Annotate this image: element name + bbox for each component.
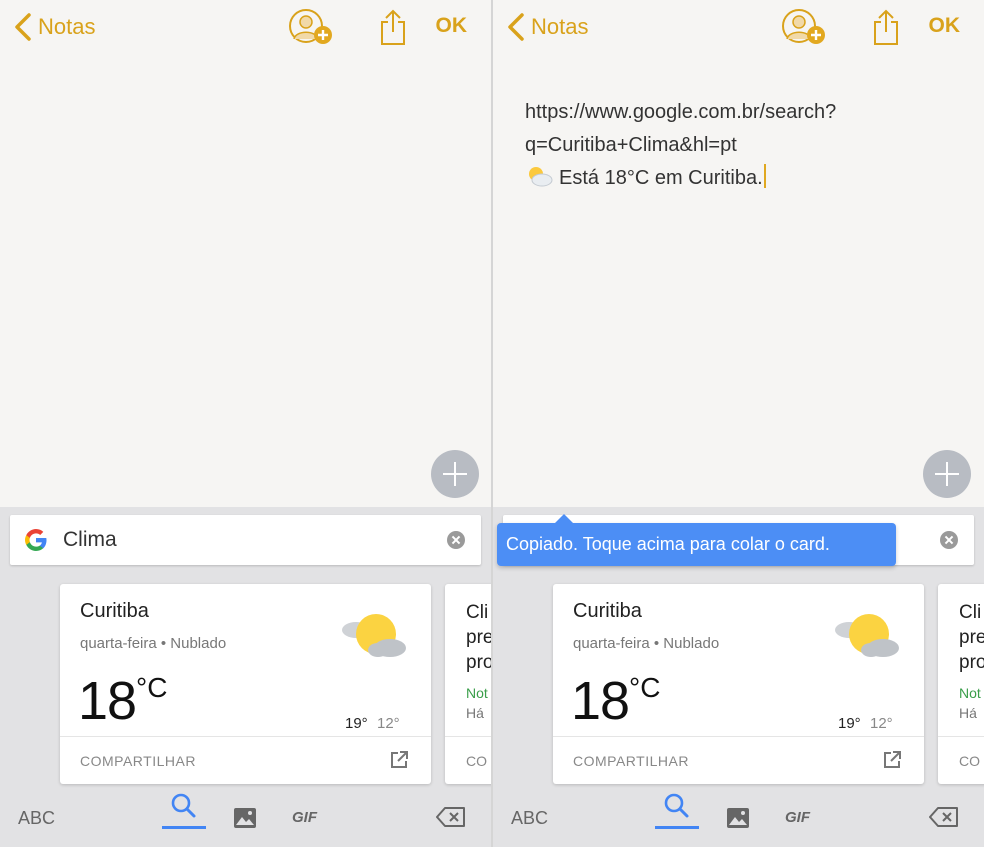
weather-low: 12° [870,715,893,732]
gif-tab[interactable]: GIF [292,809,317,826]
card2-share[interactable]: CO [466,753,487,769]
card2-line: pro [959,652,984,673]
gboard-search-bar[interactable]: Clima [10,515,481,565]
active-tab-indicator [655,826,699,829]
card2-source: Not [466,685,488,701]
card-divider [553,736,924,737]
notes-panel-left: Notas OK Clima Curitiba quarta-feira • N… [0,0,491,847]
note-body[interactable]: https://www.google.com.br/search? q=Curi… [525,96,944,195]
card2-line: pre [466,627,491,648]
chevron-left-icon [15,13,31,41]
ok-button[interactable]: OK [436,14,468,38]
abc-key[interactable]: ABC [18,808,55,829]
nav-bar: Notas OK [0,0,491,56]
back-button[interactable]: Notas [505,12,588,42]
notes-panel-right: Notas OK https://www.google.com.br/searc… [493,0,984,847]
weather-temperature: 18 [78,671,137,731]
google-logo-icon [25,529,47,551]
add-person-icon[interactable] [288,8,334,46]
share-icon[interactable] [871,8,901,48]
weather-low: 12° [377,715,400,732]
keyboard-bottom-bar: ABC GIF [493,789,984,847]
nav-bar: Notas OK [493,0,984,56]
sun-behind-cloud-icon [529,167,553,187]
add-person-icon[interactable] [781,8,827,46]
search-icon [171,793,196,818]
weather-subtitle: quarta-feira • Nublado [80,635,227,652]
gif-tab[interactable]: GIF [785,809,810,826]
partly-cloudy-icon [342,614,406,657]
active-tab-indicator [162,826,206,829]
second-result-card[interactable]: Cli pre pro Not Há CO [938,584,984,784]
backspace-icon[interactable] [929,807,959,827]
back-button[interactable]: Notas [12,12,95,42]
weather-card[interactable]: Curitiba quarta-feira • Nublado 18 °C 19… [553,584,924,784]
gboard-keyboard: Clima Curitiba quarta-feira • Nublado 18… [0,507,491,847]
abc-key[interactable]: ABC [511,808,548,829]
weather-unit: °C [629,672,661,703]
clear-search-button[interactable] [447,531,465,549]
weather-city: Curitiba [80,600,149,622]
card-divider [938,736,984,737]
card2-ago: Há [959,705,977,721]
search-input[interactable]: Clima [63,528,117,552]
tooltip-text: Copiado. Toque acima para colar o card. [506,534,830,554]
card2-line: pre [959,627,984,648]
card2-line: pro [466,652,491,673]
card2-ago: Há [466,705,484,721]
weather-high: 19° [838,715,861,732]
weather-high: 19° [345,715,368,732]
clear-search-button[interactable] [940,531,958,549]
open-external-icon[interactable] [882,750,902,770]
card-divider [60,736,431,737]
partly-cloudy-icon [835,614,899,657]
card2-line: Cli [466,602,489,623]
copied-tooltip: Copiado. Toque acima para colar o card. [497,514,896,566]
add-attachment-button[interactable] [923,450,971,498]
note-line-weather: Está 18°C em Curitiba. [525,162,944,195]
second-result-card[interactable]: Cli pre pro Not Há CO [445,584,491,784]
card-divider [445,736,491,737]
search-icon [664,793,689,818]
note-weather-text: Está 18°C em Curitiba. [559,167,763,189]
image-icon[interactable] [233,807,257,829]
weather-card[interactable]: Curitiba quarta-feira • Nublado 18 °C 19… [60,584,431,784]
weather-temperature: 18 [571,671,630,731]
keyboard-bottom-bar: ABC GIF [0,789,491,847]
weather-city: Curitiba [573,600,642,622]
text-cursor [763,164,766,188]
backspace-icon[interactable] [436,807,466,827]
open-external-icon[interactable] [389,750,409,770]
back-label: Notas [38,14,96,39]
card2-share[interactable]: CO [959,753,980,769]
card2-source: Not [959,685,981,701]
card2-line: Cli [959,602,982,623]
ok-button[interactable]: OK [929,14,961,38]
weather-unit: °C [136,672,168,703]
add-attachment-button[interactable] [431,450,479,498]
chevron-left-icon [508,13,524,41]
search-tab[interactable] [162,789,206,829]
back-label: Notas [531,14,589,39]
share-icon[interactable] [378,8,408,48]
note-line: q=Curitiba+Clima&hl=pt [525,134,737,156]
image-icon[interactable] [726,807,750,829]
note-line: https://www.google.com.br/search? [525,101,837,123]
share-card-button[interactable]: COMPARTILHAR [573,753,689,769]
search-tab[interactable] [655,789,699,829]
weather-subtitle: quarta-feira • Nublado [573,635,720,652]
share-card-button[interactable]: COMPARTILHAR [80,753,196,769]
